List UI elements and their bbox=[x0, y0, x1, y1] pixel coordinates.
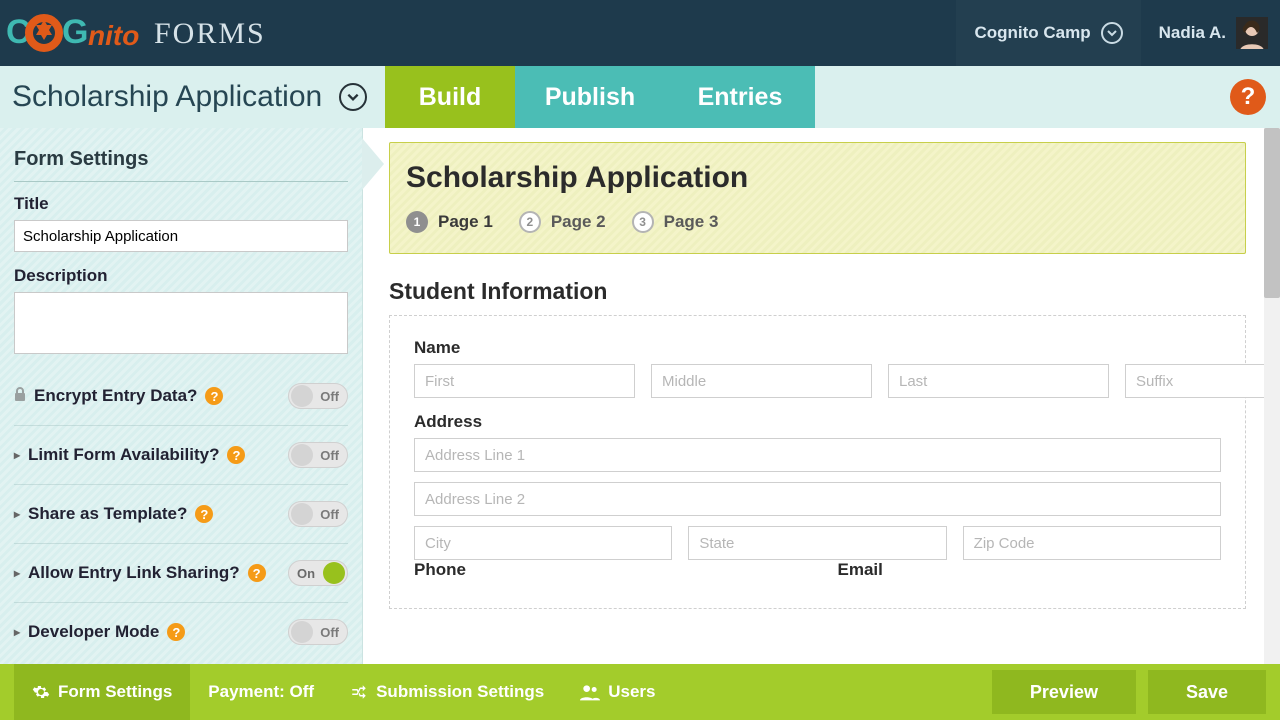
preview-button[interactable]: Preview bbox=[992, 670, 1136, 714]
help-icon[interactable]: ? bbox=[167, 623, 185, 641]
toggle[interactable]: Off bbox=[288, 619, 348, 645]
field-label-email: Email bbox=[838, 560, 1222, 580]
user-menu[interactable]: Nadia A. bbox=[1141, 0, 1280, 66]
name-middle-input[interactable] bbox=[651, 364, 872, 398]
page-tab[interactable]: 1 Page 1 bbox=[406, 211, 493, 233]
settings-sidebar: Form Settings Title Description Encrypt … bbox=[0, 128, 363, 664]
toggle-label: Off bbox=[320, 507, 339, 522]
page-label: Page 1 bbox=[438, 212, 493, 232]
bottom-form-settings[interactable]: Form Settings bbox=[14, 664, 190, 720]
description-label: Description bbox=[14, 266, 348, 286]
users-icon bbox=[580, 683, 600, 701]
address-line1-input[interactable] bbox=[414, 438, 1221, 472]
setting-label: Encrypt Entry Data? bbox=[34, 386, 197, 406]
page-number-badge: 1 bbox=[406, 211, 428, 233]
main-area: Form Settings Title Description Encrypt … bbox=[0, 128, 1280, 664]
top-bar: C G nito FORMS Cognito Camp Nadia A. bbox=[0, 0, 1280, 66]
setting-row[interactable]: Encrypt Entry Data?? Off bbox=[14, 367, 348, 426]
form-title: Scholarship Application bbox=[406, 161, 1229, 195]
user-name: Nadia A. bbox=[1159, 23, 1226, 43]
form-header-card[interactable]: Scholarship Application 1 Page 1 2 Page 2 3P… bbox=[389, 142, 1246, 254]
page-label: Page 3 bbox=[664, 212, 719, 232]
title-label: Title bbox=[14, 194, 348, 214]
avatar bbox=[1236, 17, 1268, 49]
form-canvas: Scholarship Application 1Page 12Page 23P… bbox=[363, 128, 1280, 664]
page-label: Page 2 bbox=[551, 212, 606, 232]
toggle-label: Off bbox=[320, 448, 339, 463]
org-name: Cognito Camp bbox=[974, 23, 1090, 43]
sub-bar: Scholarship Application Build Publish En… bbox=[0, 66, 1280, 128]
field-block[interactable]: Name Address Phone bbox=[389, 315, 1246, 609]
setting-row[interactable]: ▸ Allow Entry Link Sharing?? On bbox=[14, 544, 348, 603]
main-tabs: Build Publish Entries bbox=[385, 66, 815, 128]
form-name-selector[interactable]: Scholarship Application bbox=[0, 66, 385, 128]
help-icon[interactable]: ? bbox=[248, 564, 266, 582]
setting-label: Developer Mode bbox=[28, 622, 159, 642]
caret-right-icon: ▸ bbox=[14, 507, 20, 521]
setting-row[interactable]: ▸ Share as Template?? Off bbox=[14, 485, 348, 544]
shuffle-icon bbox=[350, 683, 368, 701]
description-input[interactable] bbox=[14, 292, 348, 354]
address-line2-input[interactable] bbox=[414, 482, 1221, 516]
brand-logo: C G nito FORMS bbox=[6, 11, 336, 55]
setting-row[interactable]: ▸ Developer Mode? Off bbox=[14, 603, 348, 661]
svg-text:FORMS: FORMS bbox=[154, 17, 266, 50]
help-icon[interactable]: ? bbox=[205, 387, 223, 405]
zip-input[interactable] bbox=[963, 526, 1221, 560]
name-suffix-input[interactable] bbox=[1125, 364, 1280, 398]
bottom-bar: Form Settings Payment: Off Submission Se… bbox=[0, 664, 1280, 720]
header-right: Cognito Camp Nadia A. bbox=[956, 0, 1280, 66]
field-label-name: Name bbox=[414, 338, 1221, 358]
setting-label: Limit Form Availability? bbox=[28, 445, 219, 465]
toggle-label: Off bbox=[320, 625, 339, 640]
tab-build[interactable]: Build bbox=[385, 66, 515, 128]
help-icon[interactable]: ? bbox=[1230, 79, 1266, 115]
toggle-label: On bbox=[297, 566, 315, 581]
toggle[interactable]: Off bbox=[288, 442, 348, 468]
svg-text:nito: nito bbox=[88, 20, 139, 51]
tab-publish[interactable]: Publish bbox=[515, 66, 665, 128]
toggle[interactable]: Off bbox=[288, 501, 348, 527]
city-input[interactable] bbox=[414, 526, 672, 560]
toggle[interactable]: On bbox=[288, 560, 348, 586]
state-input[interactable] bbox=[688, 526, 946, 560]
setting-row[interactable]: ▸ Limit Form Availability?? Off bbox=[14, 426, 348, 485]
name-last-input[interactable] bbox=[888, 364, 1109, 398]
bottom-payment[interactable]: Payment: Off bbox=[190, 664, 332, 720]
page-tabs: 1 Page 1 2 Page 2 3 Page 3 bbox=[406, 211, 1229, 233]
bottom-submission-settings[interactable]: Submission Settings bbox=[332, 664, 562, 720]
caret-right-icon: ▸ bbox=[14, 448, 20, 462]
panel-title: Form Settings bbox=[14, 142, 348, 182]
setting-label: Share as Template? bbox=[28, 504, 187, 524]
gear-icon bbox=[32, 683, 50, 701]
page-tab[interactable]: 3 Page 3 bbox=[632, 211, 719, 233]
help-icon[interactable]: ? bbox=[227, 446, 245, 464]
page-number-badge: 3 bbox=[632, 211, 654, 233]
title-input[interactable] bbox=[14, 220, 348, 252]
tab-entries[interactable]: Entries bbox=[665, 66, 815, 128]
chevron-down-icon bbox=[339, 83, 367, 111]
save-button[interactable]: Save bbox=[1148, 670, 1266, 714]
caret-right-icon: ▸ bbox=[14, 566, 20, 580]
toggle[interactable]: Off bbox=[288, 383, 348, 409]
caret-right-icon: ▸ bbox=[14, 625, 20, 639]
name-first-input[interactable] bbox=[414, 364, 635, 398]
section-title: Student Information bbox=[389, 278, 1246, 305]
setting-label: Allow Entry Link Sharing? bbox=[28, 563, 240, 583]
field-label-address: Address bbox=[414, 412, 1221, 432]
scrollbar-thumb[interactable] bbox=[1264, 128, 1280, 298]
bottom-users[interactable]: Users bbox=[562, 664, 673, 720]
scrollbar-track[interactable] bbox=[1264, 128, 1280, 664]
svg-text:G: G bbox=[62, 13, 88, 51]
org-selector[interactable]: Cognito Camp bbox=[956, 0, 1140, 66]
chevron-down-icon bbox=[1101, 22, 1123, 44]
page-number-badge: 2 bbox=[519, 211, 541, 233]
help-icon[interactable]: ? bbox=[195, 505, 213, 523]
page-tab[interactable]: 2 Page 2 bbox=[519, 211, 606, 233]
toggle-label: Off bbox=[320, 389, 339, 404]
lock-icon bbox=[14, 386, 26, 406]
field-label-phone: Phone bbox=[414, 560, 798, 580]
